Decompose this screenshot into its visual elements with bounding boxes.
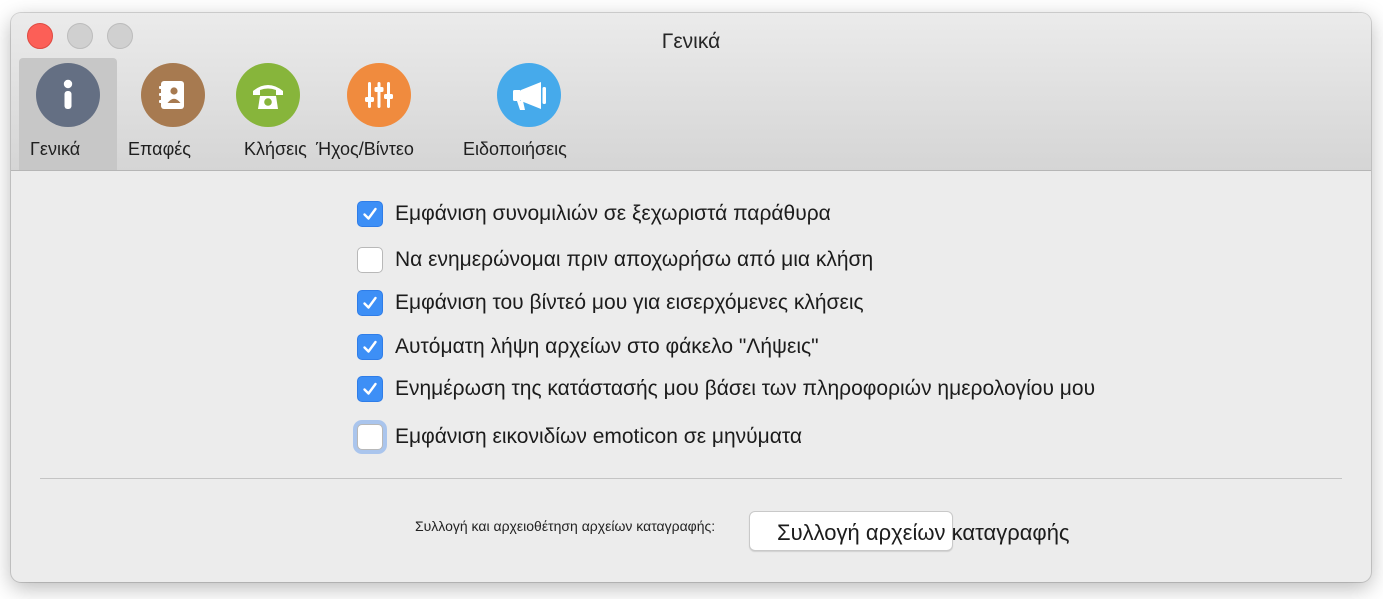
checkmark-icon xyxy=(363,340,377,353)
option-label: Να ενημερώνομαι πριν αποχωρήσω από μια κ… xyxy=(395,248,874,271)
contacts-book-icon xyxy=(141,63,205,127)
tab-audio-video[interactable]: Ήχος/Βίντεο xyxy=(316,58,424,170)
checkmark-icon xyxy=(363,207,377,220)
general-settings-panel: Εμφάνιση συνομιλιών σε ξεχωριστά παράθυρ… xyxy=(11,171,1371,582)
info-icon xyxy=(36,63,100,127)
title-bar: Γενικά Γενικά Επαφές Κλήσεις Ήχος/Βίντεο… xyxy=(11,13,1371,171)
collect-logs-label: Συλλογή και αρχειοθέτηση αρχείων καταγρα… xyxy=(415,518,716,534)
collect-logs-button-label[interactable]: Συλλογή αρχείων καταγραφής xyxy=(777,520,1070,546)
checkbox-separate-windows[interactable] xyxy=(357,201,383,227)
checkbox-calendar-status[interactable] xyxy=(357,376,383,402)
tab-contacts[interactable]: Επαφές xyxy=(125,58,221,170)
checkbox-show-my-video[interactable] xyxy=(357,290,383,316)
preferences-window: Γενικά Γενικά Επαφές Κλήσεις Ήχος/Βίντεο… xyxy=(11,13,1371,582)
option-label: Εμφάνιση του βίντεό μου για εισερχόμενες… xyxy=(395,291,864,314)
tab-label: Κλήσεις xyxy=(244,139,307,159)
tab-label: Επαφές xyxy=(128,139,191,159)
tab-label: Ήχος/Βίντεο xyxy=(316,139,414,159)
tab-notifications[interactable]: Ειδοποιήσεις xyxy=(457,58,583,170)
checkbox-show-emoticons[interactable] xyxy=(357,424,383,450)
checkbox-auto-download[interactable] xyxy=(357,334,383,360)
option-label: Εμφάνιση εικονιδίων emoticon σε μηνύματα xyxy=(395,425,803,448)
option-label: Εμφάνιση συνομιλιών σε ξεχωριστά παράθυρ… xyxy=(395,202,831,225)
divider xyxy=(40,478,1342,479)
tab-label: Ειδοποιήσεις xyxy=(463,139,567,159)
window-title: Γενικά xyxy=(661,30,721,53)
sliders-icon xyxy=(347,63,411,127)
checkmark-icon xyxy=(363,296,377,309)
tab-label: Γενικά xyxy=(30,139,81,159)
megaphone-icon xyxy=(497,63,561,127)
option-label: Αυτόματη λήψη αρχείων στο φάκελο "Λήψεις… xyxy=(395,335,819,358)
checkmark-icon xyxy=(363,382,377,395)
tab-calls[interactable]: Κλήσεις xyxy=(233,58,311,170)
tab-general[interactable]: Γενικά xyxy=(19,58,117,170)
checkbox-notify-before-leaving-call[interactable] xyxy=(357,247,383,273)
option-label: Ενημέρωση της κατάστασής μου βάσει των π… xyxy=(395,377,1096,400)
phone-icon xyxy=(236,63,300,127)
